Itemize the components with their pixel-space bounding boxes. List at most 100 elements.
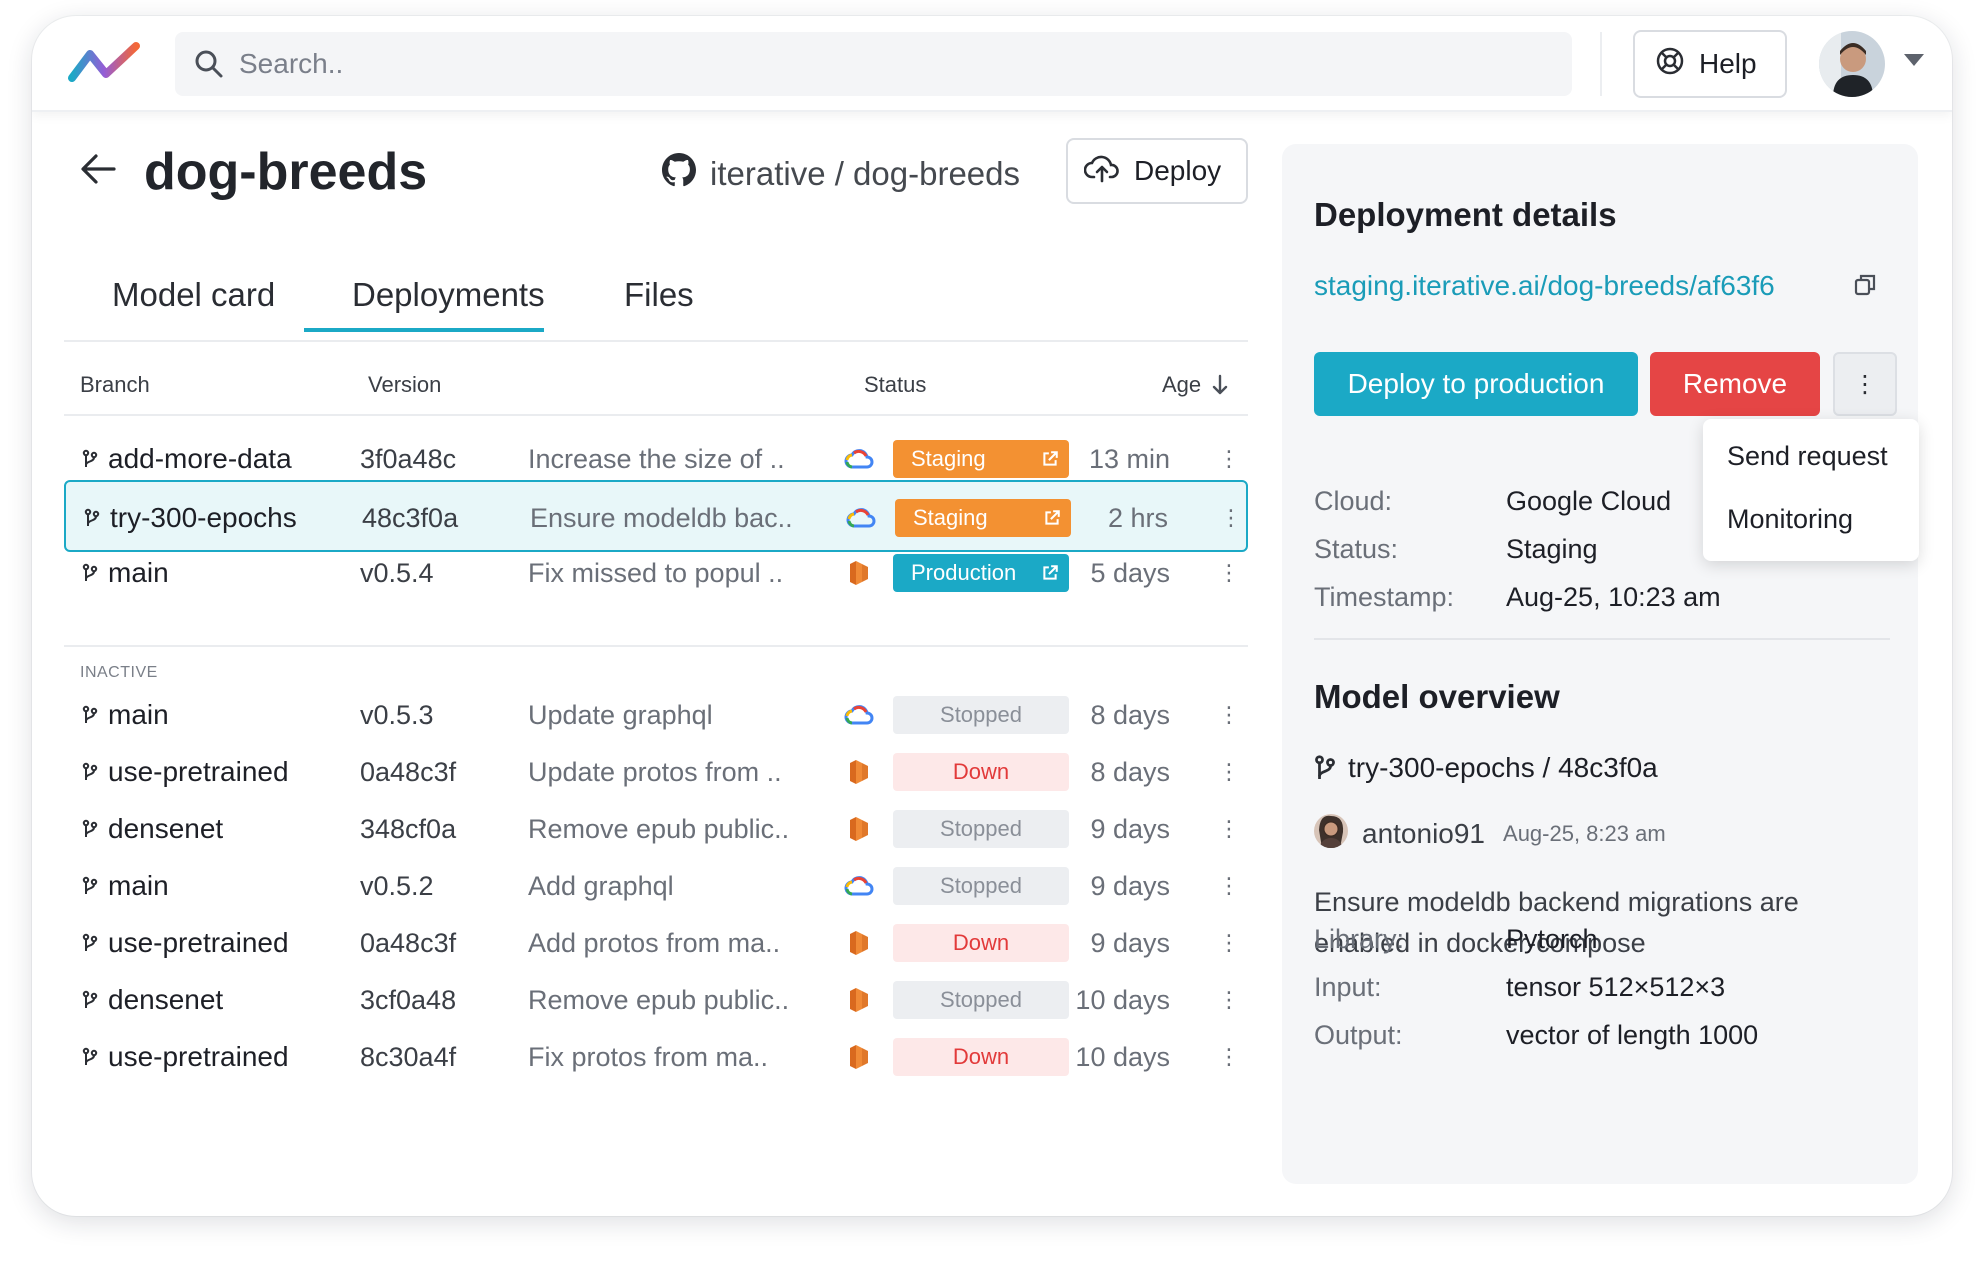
table-row[interactable]: use-pretrained 8c30a4f Fix protos from ma.… <box>64 1021 1248 1093</box>
table-row[interactable]: main v0.5.4 Fix missed to popul .. Producti… <box>64 537 1248 609</box>
status-badge[interactable]: Production <box>893 554 1069 592</box>
header-divider <box>1600 32 1602 96</box>
branch-name: main <box>108 870 169 901</box>
timestamp-value: Aug-25, 10:23 am <box>1506 582 1721 612</box>
repo-link[interactable]: iterative / dog-breeds <box>662 153 1020 195</box>
deploy-button[interactable]: Deploy <box>1066 138 1248 204</box>
branch-cell: use-pretrained <box>82 1021 289 1093</box>
tab-model-card[interactable]: Model card <box>112 276 275 314</box>
search-bar[interactable] <box>175 32 1572 96</box>
branch-icon <box>82 762 98 782</box>
tab-files[interactable]: Files <box>624 276 694 314</box>
status-label: Stopped <box>940 816 1022 841</box>
branch-icon <box>82 876 98 896</box>
lifebuoy-icon <box>1655 46 1685 83</box>
back-arrow-icon[interactable] <box>78 151 118 192</box>
more-options-button[interactable]: ⋮ <box>1833 352 1897 416</box>
cloud-value: Google Cloud <box>1506 486 1672 516</box>
model-overview-title: Model overview <box>1314 678 1560 715</box>
aws-icon <box>844 537 874 609</box>
row-menu-icon[interactable]: ⋮ <box>1218 1021 1240 1093</box>
branch-icon <box>82 449 98 469</box>
status-label: Stopped <box>940 987 1022 1012</box>
col-version[interactable]: Version <box>368 372 441 398</box>
library-key: Library: <box>1314 924 1405 954</box>
aws-icon <box>844 1021 874 1093</box>
cloud-key: Cloud: <box>1314 486 1393 516</box>
app-window: Help dog-breeds iterative / dog-breeds D… <box>32 16 1952 1216</box>
library-value: Pytorch <box>1506 924 1598 954</box>
status-label: Stopped <box>940 702 1022 727</box>
status-label: Staging <box>913 505 988 530</box>
remove-button[interactable]: Remove <box>1650 352 1820 416</box>
branch-name: densenet <box>108 984 224 1015</box>
status-badge[interactable]: Staging <box>893 440 1069 478</box>
commit-date: Aug-25, 8:23 am <box>1503 820 1666 846</box>
deploy-to-production-button[interactable]: Deploy to production <box>1314 352 1638 416</box>
age-cell: 10 days <box>1075 1041 1170 1072</box>
row-menu-icon[interactable]: ⋮ <box>1218 537 1240 609</box>
user-avatar[interactable] <box>1819 31 1885 97</box>
status-label: Down <box>952 759 1010 784</box>
branch-name: use-pretrained <box>108 1041 289 1072</box>
status-badge: Stopped <box>893 981 1069 1019</box>
branch-name: main <box>108 557 169 588</box>
menu-item-send-request[interactable]: Send request <box>1727 441 1888 472</box>
more-options-menu: Send request Monitoring <box>1703 419 1919 561</box>
branch-name: use-pretrained <box>108 927 289 958</box>
input-key: Input: <box>1314 972 1382 1002</box>
branch-icon <box>82 1047 98 1067</box>
external-link-icon[interactable] <box>1041 448 1059 474</box>
details-panel: Deployment details staging.iterative.ai/… <box>1282 144 1919 1184</box>
external-link-icon[interactable] <box>1041 562 1059 588</box>
status-badge[interactable]: Staging <box>895 499 1071 537</box>
branch-icon <box>82 990 98 1010</box>
tab-bar: Model card Deployments Files <box>64 262 1248 342</box>
branch-cell: main <box>82 537 169 609</box>
panel-divider <box>1314 638 1890 640</box>
author-row: antonio91 Aug-25, 8:23 am <box>1314 814 1666 853</box>
output-value: vector of length 1000 <box>1506 1020 1759 1050</box>
external-link-icon[interactable] <box>1043 507 1061 533</box>
branch-icon <box>84 508 100 528</box>
branch-icon <box>82 933 98 953</box>
age-cell: 5 days <box>1090 557 1170 588</box>
tab-deployments[interactable]: Deployments <box>352 276 545 314</box>
branch-name: main <box>108 699 169 730</box>
branch-name: densenet <box>108 813 224 844</box>
status-badge: Stopped <box>893 810 1069 848</box>
deployment-details-title: Deployment details <box>1314 196 1617 233</box>
branch-icon <box>82 563 98 583</box>
kebab-icon: ⋮ <box>1853 370 1877 398</box>
status-label: Production <box>911 560 1017 585</box>
col-age[interactable]: Age <box>1162 372 1201 398</box>
deployment-url-link[interactable]: staging.iterative.ai/dog-breeds/af63f6 <box>1314 270 1775 302</box>
status-badge: Stopped <box>893 696 1069 734</box>
status-label: Down <box>952 930 1010 955</box>
search-icon <box>193 48 225 85</box>
output-key: Output: <box>1314 1020 1403 1050</box>
chevron-down-icon[interactable] <box>1904 54 1924 66</box>
overview-commit-label: try-300-epochs / 48c3f0a <box>1348 752 1658 783</box>
branch-name: try-300-epochs <box>110 502 297 533</box>
commit-message: Fix protos from ma.. <box>528 1041 769 1072</box>
status-badge: Down <box>893 753 1069 791</box>
sort-down-arrow-icon[interactable] <box>1212 374 1228 402</box>
deploy-label: Deploy <box>1134 155 1222 186</box>
top-header: Help <box>32 16 1952 112</box>
menu-item-monitoring[interactable]: Monitoring <box>1727 504 1853 535</box>
author-name[interactable]: antonio91 <box>1362 818 1485 850</box>
status-key: Status: <box>1314 534 1399 564</box>
status-badge: Down <box>893 1038 1069 1076</box>
branch-name: use-pretrained <box>108 756 289 787</box>
col-branch[interactable]: Branch <box>80 372 150 398</box>
col-status[interactable]: Status <box>864 372 926 398</box>
search-input[interactable] <box>239 32 1539 96</box>
status-badge: Stopped <box>893 867 1069 905</box>
status-label: Stopped <box>940 873 1022 898</box>
app-logo-icon[interactable] <box>66 40 146 93</box>
help-button[interactable]: Help <box>1633 30 1787 98</box>
status-label: Staging <box>911 446 986 471</box>
copy-icon[interactable] <box>1852 272 1878 303</box>
overview-commit: try-300-epochs / 48c3f0a <box>1314 752 1658 784</box>
